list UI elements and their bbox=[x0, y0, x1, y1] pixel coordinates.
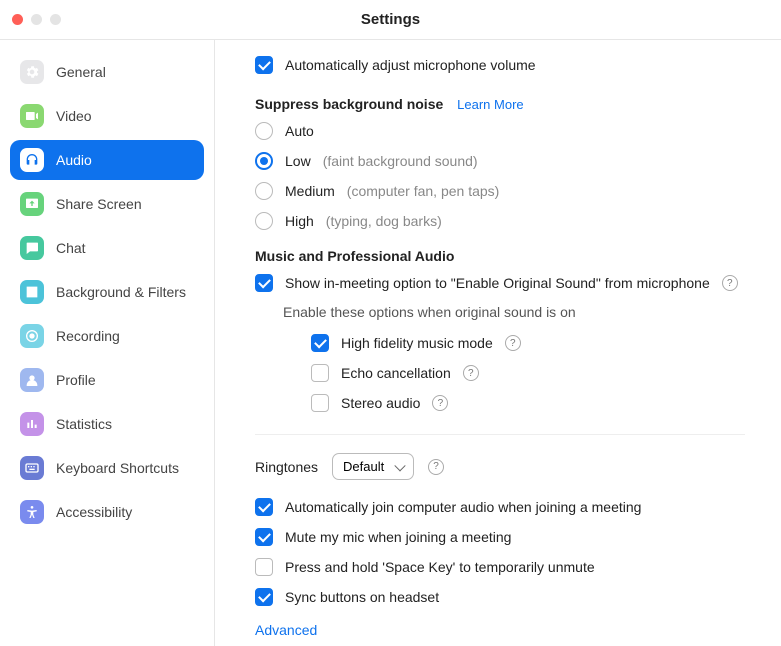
sidebar-item-label: Accessibility bbox=[56, 504, 132, 520]
sidebar-item-label: Profile bbox=[56, 372, 96, 388]
suppress-noise-title: Suppress background noise bbox=[255, 96, 443, 112]
content-pane: Automatically adjust microphone volume S… bbox=[215, 40, 781, 646]
sidebar-item-label: Video bbox=[56, 108, 92, 124]
suppress-auto-radio[interactable] bbox=[255, 122, 273, 140]
suppress-medium-hint: (computer fan, pen taps) bbox=[347, 183, 500, 199]
auto-adjust-volume-label: Automatically adjust microphone volume bbox=[285, 57, 536, 73]
sidebar-item-recording[interactable]: Recording bbox=[10, 316, 204, 356]
info-icon[interactable] bbox=[722, 275, 738, 291]
sidebar-item-label: Share Screen bbox=[56, 196, 142, 212]
sidebar-item-keyboard[interactable]: Keyboard Shortcuts bbox=[10, 448, 204, 488]
sidebar-item-label: Recording bbox=[56, 328, 120, 344]
window-zoom-button[interactable] bbox=[50, 14, 61, 25]
suppress-low-radio[interactable] bbox=[255, 152, 273, 170]
suppress-high-hint: (typing, dog barks) bbox=[326, 213, 442, 229]
suppress-noise-heading: Suppress background noise Learn More bbox=[255, 96, 745, 112]
space-unmute-label: Press and hold 'Space Key' to temporaril… bbox=[285, 559, 595, 575]
suppress-high-label: High bbox=[285, 213, 314, 229]
suppress-medium-label: Medium bbox=[285, 183, 335, 199]
original-sound-checkbox[interactable] bbox=[255, 274, 273, 292]
sync-headset-label: Sync buttons on headset bbox=[285, 589, 439, 605]
window-close-button[interactable] bbox=[12, 14, 23, 25]
suppress-low-hint: (faint background sound) bbox=[323, 153, 478, 169]
sidebar-item-profile[interactable]: Profile bbox=[10, 360, 204, 400]
mute-on-join-label: Mute my mic when joining a meeting bbox=[285, 529, 511, 545]
enable-options-subheading: Enable these options when original sound… bbox=[283, 304, 745, 320]
window-minimize-button[interactable] bbox=[31, 14, 42, 25]
echo-cancellation-checkbox[interactable] bbox=[311, 364, 329, 382]
sidebar: General Video Audio Share Screen Chat bbox=[0, 40, 215, 646]
divider bbox=[255, 434, 745, 435]
traffic-lights bbox=[0, 14, 61, 25]
info-icon[interactable] bbox=[505, 335, 521, 351]
keyboard-icon bbox=[20, 456, 44, 480]
mute-on-join-checkbox[interactable] bbox=[255, 528, 273, 546]
window-title: Settings bbox=[0, 11, 781, 28]
music-pro-audio-heading: Music and Professional Audio bbox=[255, 248, 745, 264]
video-icon bbox=[20, 104, 44, 128]
suppress-medium-radio[interactable] bbox=[255, 182, 273, 200]
info-icon[interactable] bbox=[428, 459, 444, 475]
background-icon bbox=[20, 280, 44, 304]
sidebar-item-statistics[interactable]: Statistics bbox=[10, 404, 204, 444]
sidebar-item-accessibility[interactable]: Accessibility bbox=[10, 492, 204, 532]
suppress-low-label: Low bbox=[285, 153, 311, 169]
auto-adjust-volume-checkbox[interactable] bbox=[255, 56, 273, 74]
gear-icon bbox=[20, 60, 44, 84]
sidebar-item-label: Keyboard Shortcuts bbox=[56, 460, 179, 476]
sync-headset-checkbox[interactable] bbox=[255, 588, 273, 606]
ringtones-select[interactable]: Default bbox=[332, 453, 414, 480]
info-icon[interactable] bbox=[432, 395, 448, 411]
learn-more-link[interactable]: Learn More bbox=[457, 97, 523, 112]
stereo-audio-label: Stereo audio bbox=[341, 395, 420, 411]
space-unmute-checkbox[interactable] bbox=[255, 558, 273, 576]
advanced-link[interactable]: Advanced bbox=[255, 622, 745, 638]
sidebar-item-video[interactable]: Video bbox=[10, 96, 204, 136]
high-fidelity-checkbox[interactable] bbox=[311, 334, 329, 352]
suppress-auto-label: Auto bbox=[285, 123, 314, 139]
statistics-icon bbox=[20, 412, 44, 436]
titlebar: Settings bbox=[0, 0, 781, 40]
accessibility-icon bbox=[20, 500, 44, 524]
auto-join-audio-label: Automatically join computer audio when j… bbox=[285, 499, 641, 515]
echo-cancellation-label: Echo cancellation bbox=[341, 365, 451, 381]
stereo-audio-checkbox[interactable] bbox=[311, 394, 329, 412]
sidebar-item-label: Statistics bbox=[56, 416, 112, 432]
sidebar-item-general[interactable]: General bbox=[10, 52, 204, 92]
original-sound-label: Show in-meeting option to "Enable Origin… bbox=[285, 275, 710, 291]
sidebar-item-background[interactable]: Background & Filters bbox=[10, 272, 204, 312]
auto-join-audio-checkbox[interactable] bbox=[255, 498, 273, 516]
sidebar-item-chat[interactable]: Chat bbox=[10, 228, 204, 268]
profile-icon bbox=[20, 368, 44, 392]
sidebar-item-label: Chat bbox=[56, 240, 86, 256]
sidebar-item-share-screen[interactable]: Share Screen bbox=[10, 184, 204, 224]
sidebar-item-label: Audio bbox=[56, 152, 92, 168]
recording-icon bbox=[20, 324, 44, 348]
headphones-icon bbox=[20, 148, 44, 172]
high-fidelity-label: High fidelity music mode bbox=[341, 335, 493, 351]
sidebar-item-label: Background & Filters bbox=[56, 284, 186, 300]
ringtones-label: Ringtones bbox=[255, 459, 318, 475]
sidebar-item-label: General bbox=[56, 64, 106, 80]
info-icon[interactable] bbox=[463, 365, 479, 381]
sidebar-item-audio[interactable]: Audio bbox=[10, 140, 204, 180]
share-screen-icon bbox=[20, 192, 44, 216]
suppress-high-radio[interactable] bbox=[255, 212, 273, 230]
chat-icon bbox=[20, 236, 44, 260]
